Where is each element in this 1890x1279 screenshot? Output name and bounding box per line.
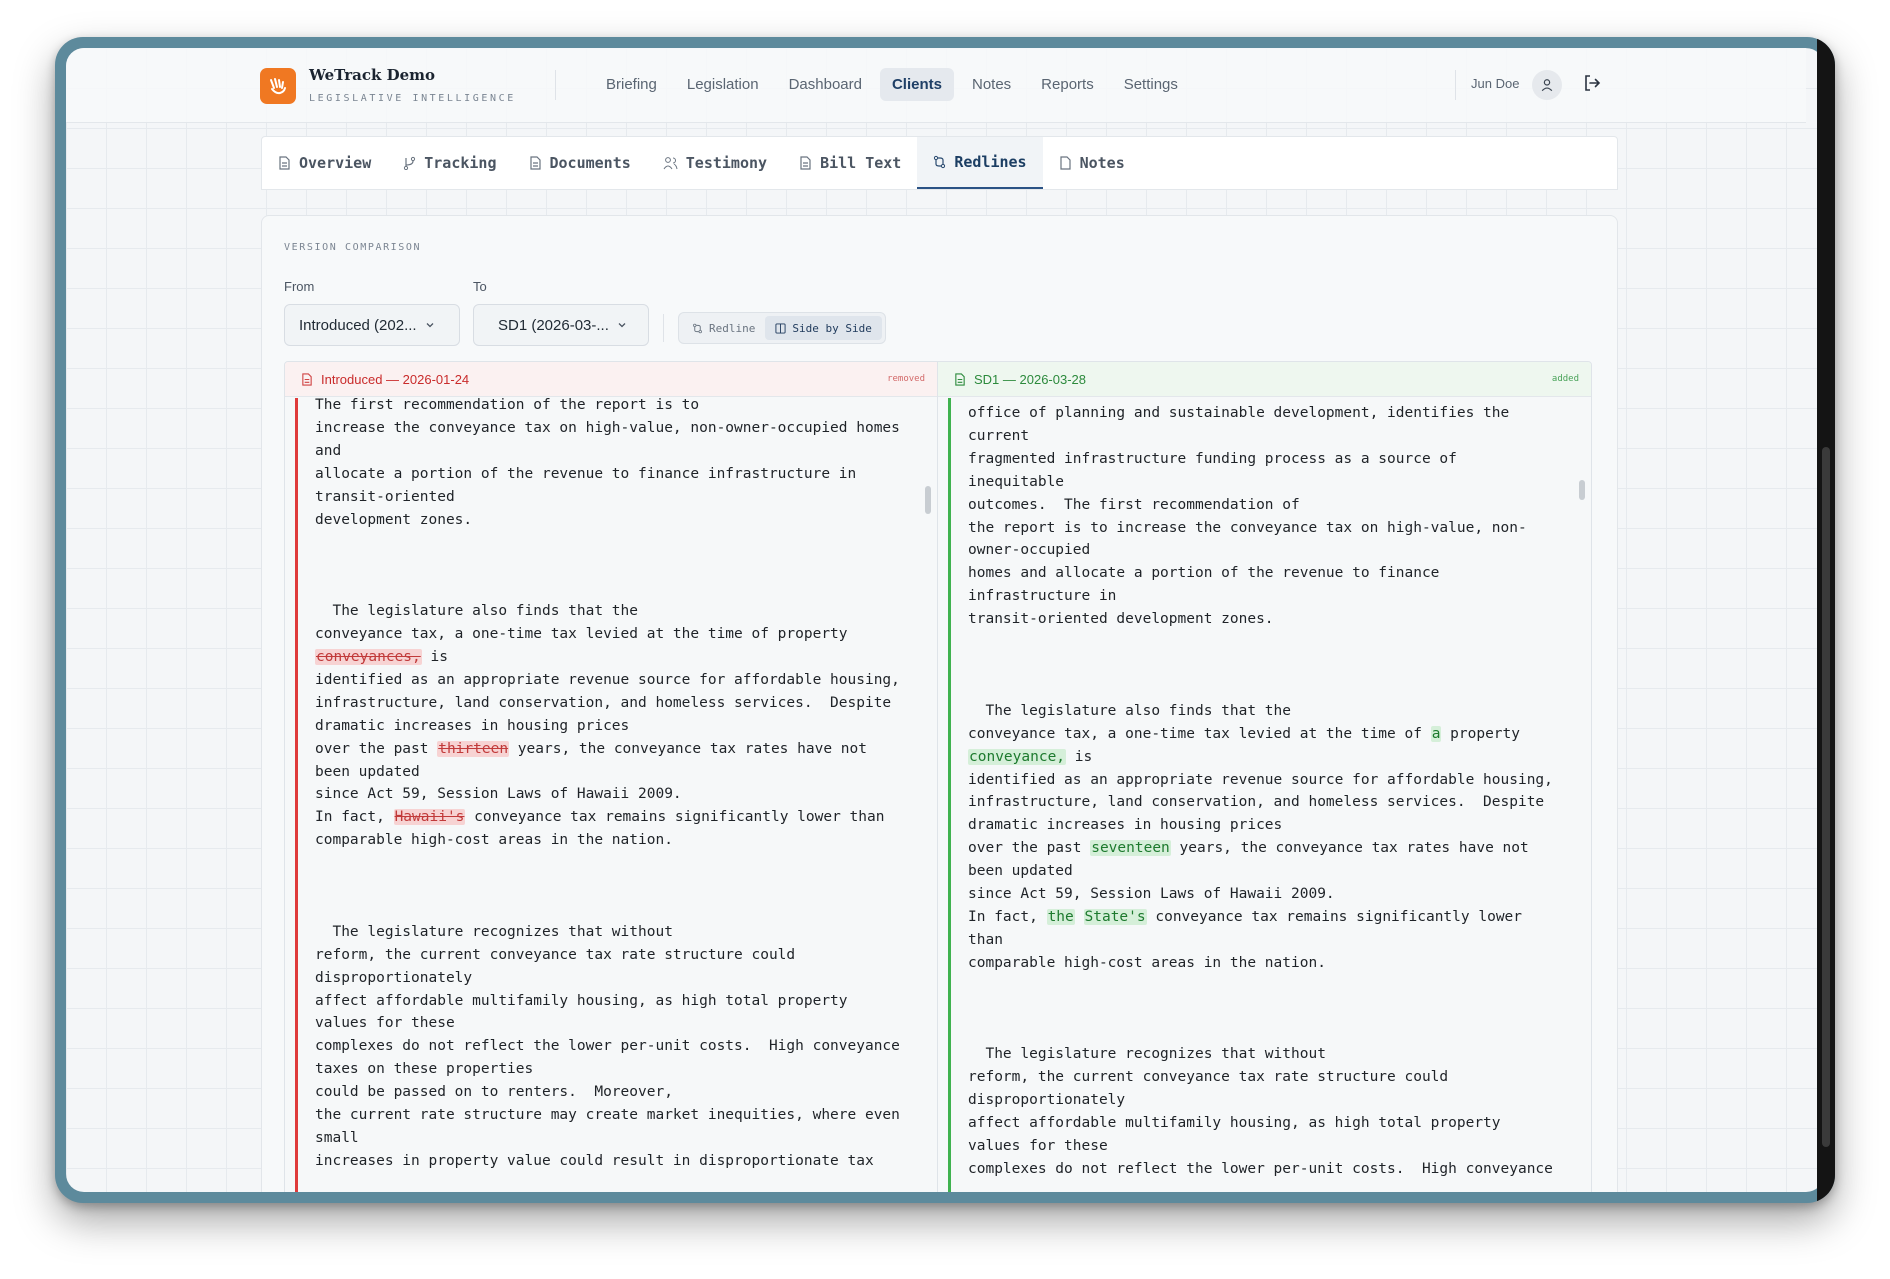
added-tag: added <box>1551 374 1579 384</box>
text-line: property <box>1450 725 1520 742</box>
tab-label: Documents <box>549 154 631 172</box>
section-title: VERSION COMPARISON <box>284 242 422 253</box>
scrollbar[interactable] <box>1579 480 1585 500</box>
redline-view-button[interactable]: Redline <box>682 316 765 340</box>
to-version-select[interactable]: SD1 (2026-03-... <box>473 304 649 346</box>
file-icon <box>1059 156 1071 170</box>
tab-label: Bill Text <box>820 154 902 172</box>
git-compare-icon <box>693 323 702 333</box>
nav-item-dashboard[interactable]: Dashboard <box>777 68 874 101</box>
tab-label: Overview <box>299 154 372 172</box>
wave-hand-icon <box>270 78 286 95</box>
to-label: To <box>473 279 487 294</box>
side-by-side-view-label: Side by Side <box>792 321 872 335</box>
nav-item-settings[interactable]: Settings <box>1112 68 1190 101</box>
to-version-value: SD1 (2026-03-... <box>498 316 609 334</box>
tab-label: Testimony <box>685 154 768 172</box>
bill-text-sd1: office of planning and sustainable devel… <box>951 402 1577 1181</box>
users-icon <box>663 157 678 170</box>
removed-text: thirteen <box>437 740 510 757</box>
nav-item-clients[interactable]: Clients <box>879 68 954 101</box>
app-tagline: LEGISLATIVE INTELLIGENCE <box>309 93 516 104</box>
tab-label: Redlines <box>954 153 1027 171</box>
bill-tabs: Overview Tracking Documents Testimony Bi… <box>261 136 1618 190</box>
divider <box>1455 70 1456 100</box>
document-icon <box>279 156 290 170</box>
text-line: conveyance tax remains significantly low… <box>968 908 1553 1177</box>
avatar[interactable] <box>1532 70 1562 100</box>
scrollbar[interactable] <box>1822 447 1830 1147</box>
divider <box>555 70 556 100</box>
side-by-side-view-button[interactable]: Side by Side <box>765 316 882 340</box>
main-nav: Briefing Legislation Dashboard Clients N… <box>594 68 1190 101</box>
scrollbar[interactable] <box>925 486 931 514</box>
columns-icon <box>775 322 786 334</box>
from-version-select[interactable]: Introduced (202... <box>284 304 460 346</box>
screen: WeTrack Demo LEGISLATIVE INTELLIGENCE Br… <box>66 48 1824 1192</box>
added-text: the <box>1046 908 1075 925</box>
to-pane-title: SD1 — 2026-03-28 <box>974 371 1087 387</box>
chevron-down-icon <box>426 323 434 328</box>
app-logo[interactable] <box>260 68 296 104</box>
git-branch-icon <box>404 156 416 170</box>
divider <box>663 314 664 342</box>
added-text: conveyance, <box>968 748 1067 765</box>
document-icon <box>529 156 541 170</box>
added-text: State's <box>1083 908 1147 925</box>
removed-text: Hawaii's <box>393 809 466 826</box>
tab-overview[interactable]: Overview <box>262 137 387 189</box>
logout-icon <box>1585 75 1601 91</box>
nav-item-briefing[interactable]: Briefing <box>594 68 669 101</box>
app-window: WeTrack Demo LEGISLATIVE INTELLIGENCE Br… <box>55 37 1835 1203</box>
tab-redlines[interactable]: Redlines <box>917 137 1043 189</box>
tab-label: Tracking <box>424 154 497 172</box>
text-line: The first recommendation of the report i… <box>315 398 900 643</box>
tab-label: Notes <box>1079 154 1125 172</box>
from-label: From <box>284 279 315 294</box>
text-line: office of planning and sustainable devel… <box>968 405 1527 742</box>
nav-item-reports[interactable]: Reports <box>1029 68 1106 101</box>
added-text: a <box>1430 725 1442 742</box>
nav-item-legislation[interactable]: Legislation <box>675 68 771 101</box>
tab-documents[interactable]: Documents <box>513 137 647 189</box>
top-bar: WeTrack Demo LEGISLATIVE INTELLIGENCE Br… <box>66 48 1806 123</box>
bill-text-introduced: The first recommendation of the report i… <box>298 398 923 1173</box>
text-line: conveyance tax remains significantly low… <box>315 809 900 1169</box>
to-text-body: office of planning and sustainable devel… <box>948 398 1577 1192</box>
removed-text: conveyances, <box>315 648 422 665</box>
window-edge <box>1817 37 1835 1203</box>
from-pane-header: Introduced — 2026-01-24 removed <box>285 362 937 397</box>
to-version-pane[interactable]: SD1 — 2026-03-28 added office of plannin… <box>938 362 1591 1192</box>
from-pane-title: Introduced — 2026-01-24 <box>321 371 470 387</box>
chevron-down-icon <box>618 323 626 328</box>
view-mode-toggle: Redline Side by Side <box>678 312 886 344</box>
git-compare-icon <box>934 155 946 169</box>
diff-view: Introduced — 2026-01-24 removed The firs… <box>284 361 1592 1192</box>
version-comparison-panel: VERSION COMPARISON From Introduced (202.… <box>261 215 1618 1192</box>
removed-tag: removed <box>887 374 925 384</box>
user-name: Jun Doe <box>1471 76 1520 91</box>
from-text-body: The first recommendation of the report i… <box>295 398 923 1192</box>
from-version-value: Introduced (202... <box>299 316 417 334</box>
tab-tracking[interactable]: Tracking <box>387 137 512 189</box>
app-name: WeTrack Demo <box>309 66 436 84</box>
tab-testimony[interactable]: Testimony <box>647 137 783 189</box>
to-pane-header: SD1 — 2026-03-28 added <box>938 362 1591 397</box>
logout-button[interactable] <box>1582 73 1602 93</box>
document-icon <box>800 156 811 170</box>
redline-view-label: Redline <box>709 321 756 335</box>
nav-item-notes[interactable]: Notes <box>960 68 1023 101</box>
added-text: seventeen <box>1090 840 1171 857</box>
tab-bill-text[interactable]: Bill Text <box>783 137 917 189</box>
document-icon <box>955 372 965 386</box>
text-line <box>1075 909 1084 925</box>
user-icon <box>1541 79 1553 92</box>
from-version-pane[interactable]: Introduced — 2026-01-24 removed The firs… <box>285 362 938 1192</box>
document-icon <box>302 372 312 386</box>
tab-notes[interactable]: Notes <box>1043 137 1141 189</box>
